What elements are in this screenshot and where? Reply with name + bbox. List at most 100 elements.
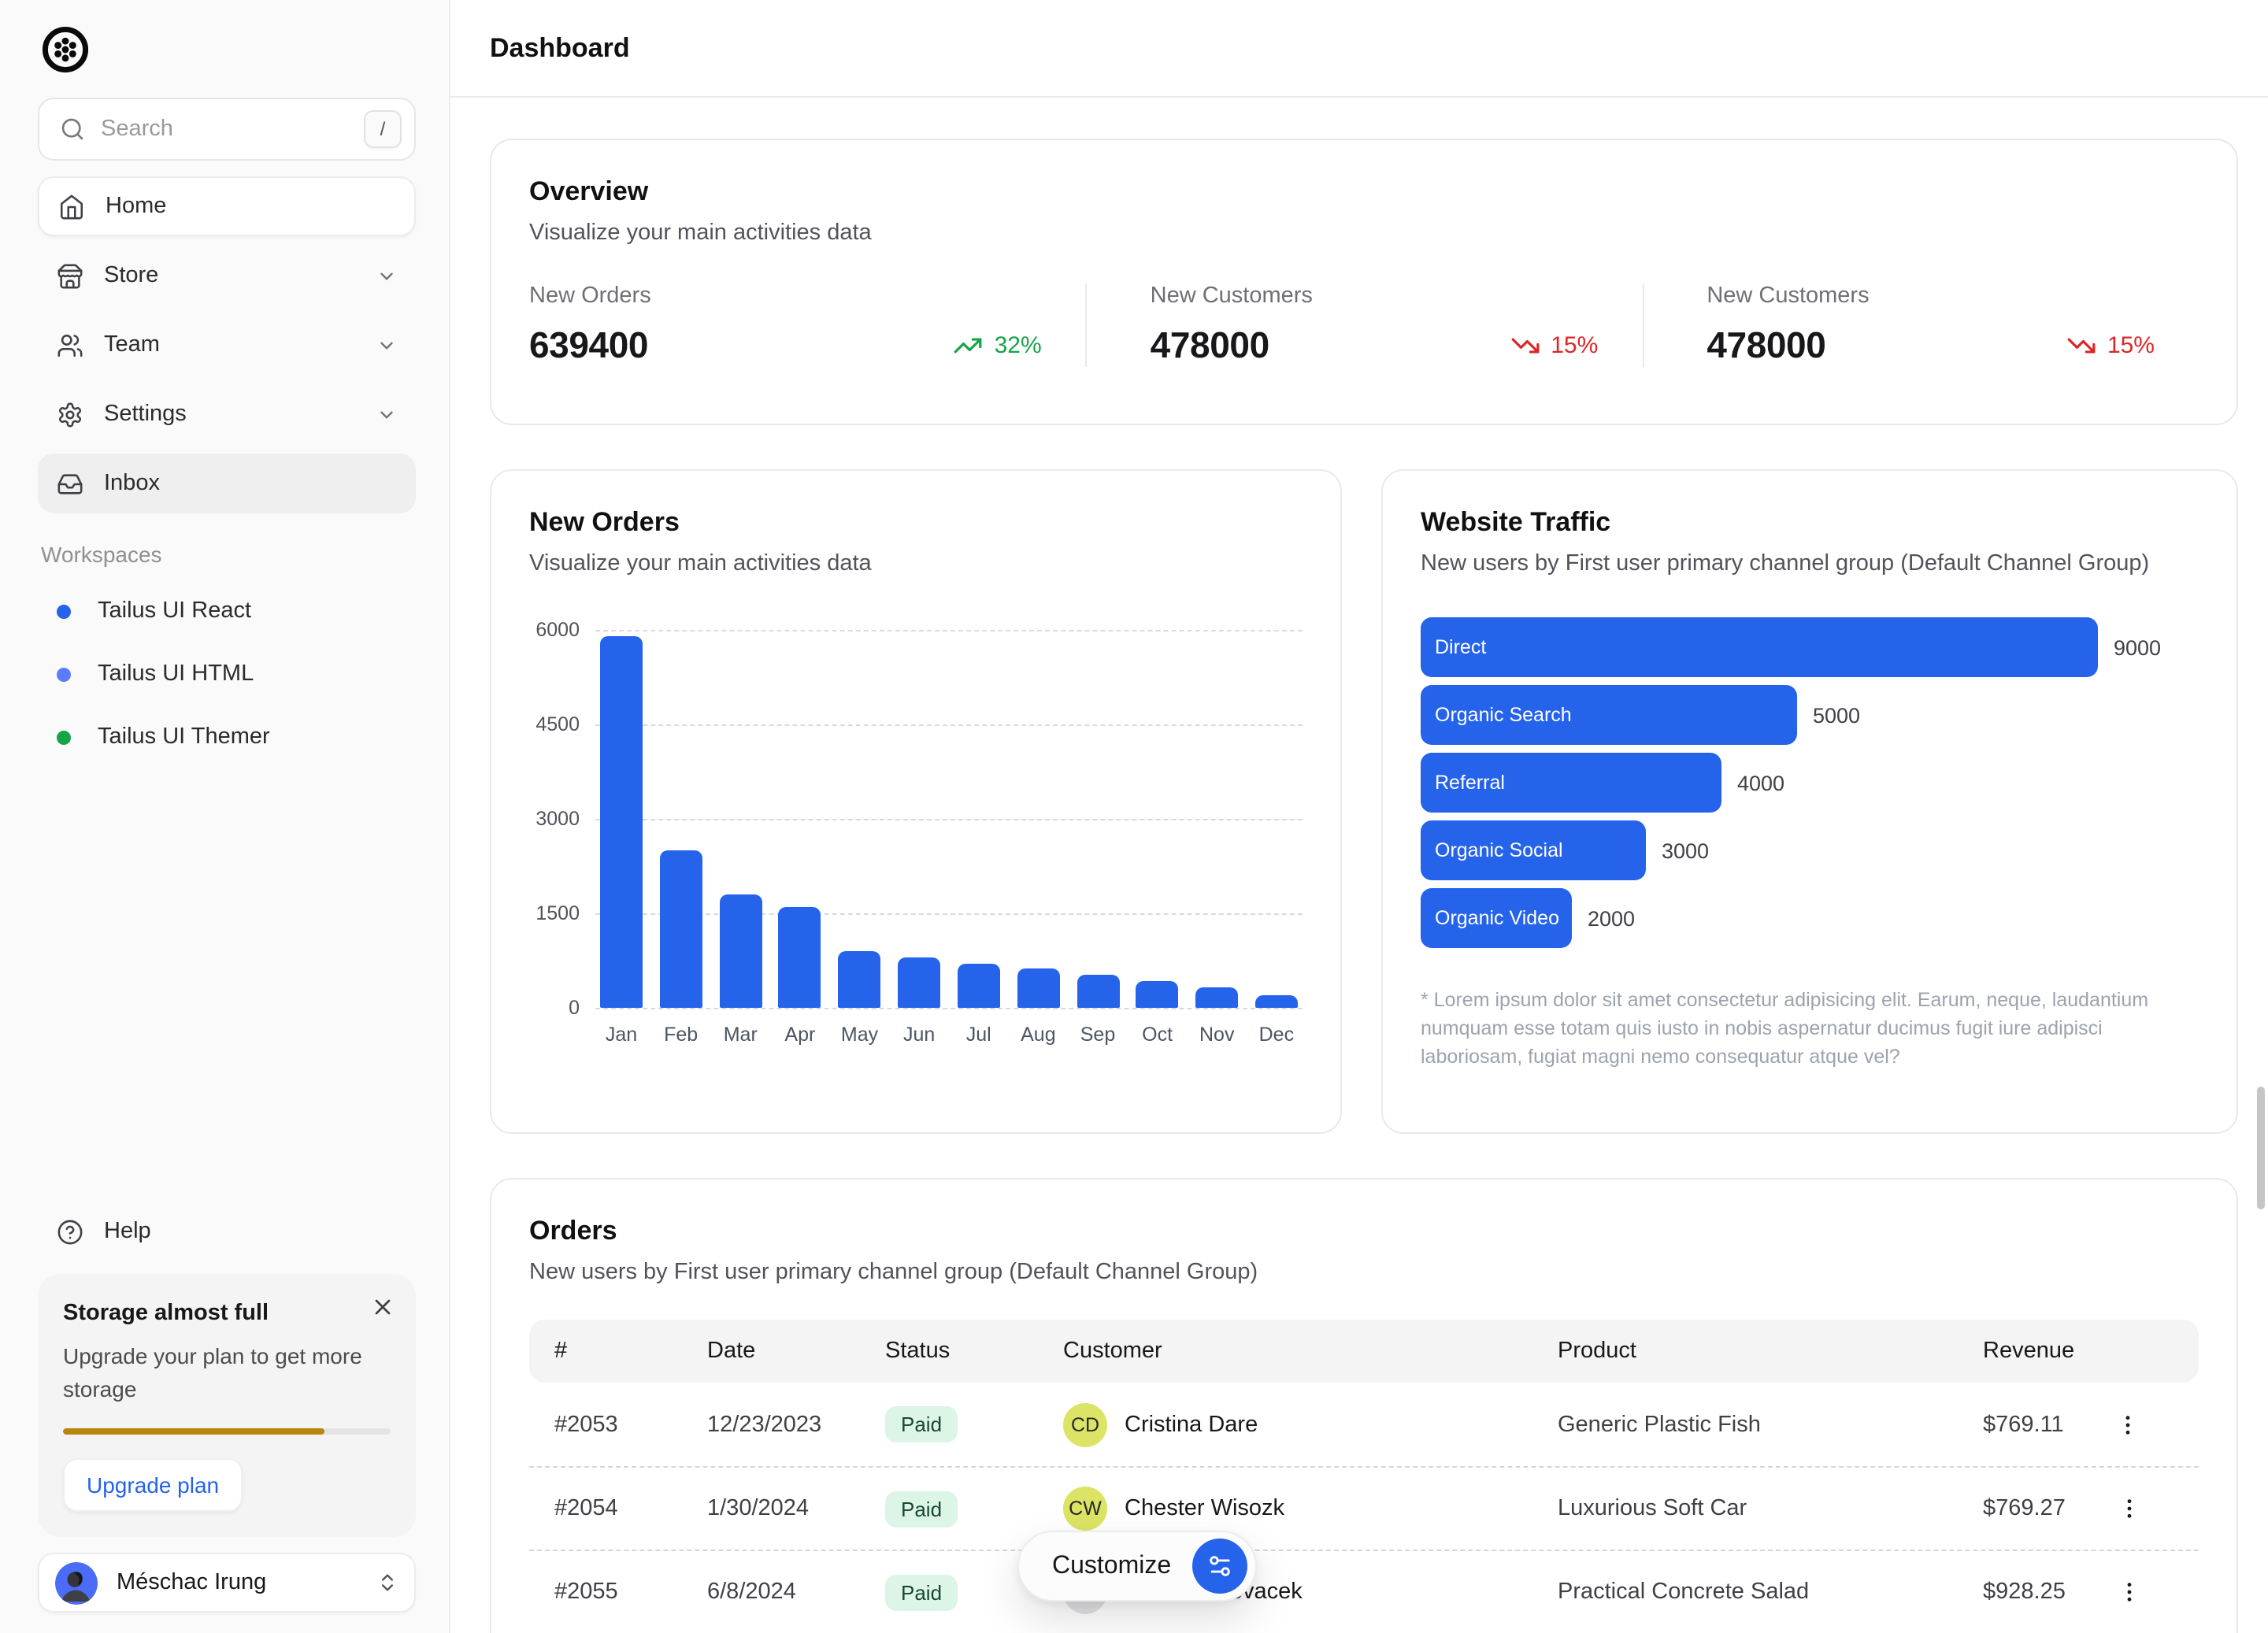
sidebar-item-label: Inbox [104, 471, 160, 496]
table-header-row: # Date Status Customer Product Revenue [529, 1320, 2199, 1383]
overview-stats: New Orders 639400 32% New Customers [529, 283, 2199, 367]
column-header-customer: Customer [1063, 1339, 1558, 1364]
content: Overview Visualize your main activities … [450, 98, 2268, 1633]
storage-progress-fill [63, 1428, 325, 1435]
y-axis-tick: 4500 [529, 713, 580, 735]
storage-alert-card: Storage almost full Upgrade your plan to… [38, 1274, 416, 1537]
workspace-label: Tailus UI React [98, 598, 251, 624]
trend-down-indicator: 15% [2066, 331, 2155, 361]
bar-jun [898, 957, 940, 1008]
table-row: #2053 12/23/2023 Paid CD Cristina Dare G… [529, 1383, 2199, 1466]
help-label: Help [104, 1219, 151, 1244]
customize-button[interactable]: Customize [1017, 1531, 1257, 1602]
hbar-value: 9000 [2114, 635, 2161, 659]
workspace-dot-icon [57, 667, 71, 681]
status-badge: Paid [885, 1574, 958, 1610]
status-badge: Paid [885, 1406, 958, 1442]
avatar: CD [1063, 1402, 1107, 1446]
user-menu-button[interactable]: Méschac Irung [38, 1553, 416, 1613]
order-id: #2055 [554, 1579, 707, 1605]
bar-nov [1195, 987, 1238, 1008]
row-actions-button[interactable] [2073, 1412, 2184, 1437]
sidebar-item-label: Team [104, 332, 160, 357]
workspace-item-tailus-ui-html[interactable]: Tailus UI HTML [38, 642, 416, 705]
search-input[interactable] [101, 117, 348, 142]
workspace-item-tailus-ui-react[interactable]: Tailus UI React [38, 580, 416, 642]
sidebar-item-store[interactable]: Store [38, 246, 416, 305]
chevrons-up-down-icon [376, 1572, 398, 1594]
gear-icon [57, 401, 83, 428]
stat-new-customers-2: New Customers 478000 15% [1642, 283, 2199, 367]
upgrade-plan-button[interactable]: Upgrade plan [63, 1458, 243, 1512]
hbar-organic-search: Organic Search 5000 [1421, 685, 2199, 745]
bar-oct [1136, 981, 1179, 1008]
kebab-menu-icon [2118, 1496, 2143, 1521]
table-row: #2054 1/30/2024 Paid CW Chester Wisozk L… [529, 1466, 2199, 1550]
workspaces-heading: Workspaces [38, 542, 416, 567]
stat-label: New Orders [529, 283, 1042, 309]
overview-subtitle: Visualize your main activities data [529, 220, 2199, 246]
workspace-item-tailus-ui-themer[interactable]: Tailus UI Themer [38, 705, 416, 768]
user-name: Méschac Irung [117, 1570, 358, 1595]
chart-subtitle: Visualize your main activities data [529, 551, 1303, 576]
revenue-value: $769.11 [1983, 1412, 2073, 1437]
column-header-status: Status [885, 1339, 1063, 1364]
table-row: #2055 6/8/2024 Paid PK Paulette Kovacek … [529, 1550, 2199, 1633]
inbox-icon [57, 470, 83, 497]
column-header-revenue: Revenue [1983, 1339, 2084, 1364]
workspace-label: Tailus UI HTML [98, 661, 254, 687]
hbar-value: 2000 [1588, 906, 1635, 930]
avatar [55, 1561, 98, 1604]
bar-mar [719, 894, 762, 1008]
stat-label: New Customers [1707, 283, 2155, 309]
orders-table: # Date Status Customer Product Revenue #… [529, 1320, 2199, 1633]
search-shortcut-key: / [364, 110, 402, 148]
y-axis-tick: 1500 [529, 902, 580, 924]
vertical-scrollbar[interactable] [2257, 1087, 2265, 1209]
top-bar: Dashboard [450, 0, 2268, 98]
store-icon [57, 262, 83, 289]
sidebar-item-inbox[interactable]: Inbox [38, 454, 416, 513]
home-icon [58, 193, 85, 220]
bar-may [839, 951, 881, 1008]
workspace-dot-icon [57, 730, 71, 744]
customize-settings-circle[interactable] [1191, 1539, 1247, 1594]
row-actions-button[interactable] [2075, 1496, 2185, 1521]
overview-title: Overview [529, 176, 2199, 208]
hbar-value: 5000 [1813, 703, 1860, 727]
hbar-organic-video: Organic Video 2000 [1421, 888, 2199, 948]
sidebar: / Home Store Team Settings [0, 0, 450, 1633]
overview-card: Overview Visualize your main activities … [490, 139, 2238, 425]
search-box[interactable]: / [38, 98, 416, 161]
sidebar-item-home[interactable]: Home [38, 176, 416, 236]
product-name: Generic Plastic Fish [1558, 1412, 1983, 1437]
app-logo-icon [41, 25, 90, 74]
bar-jan [600, 636, 643, 1008]
avatar: CW [1063, 1487, 1107, 1531]
order-id: #2053 [554, 1412, 707, 1437]
help-icon [57, 1218, 83, 1245]
trending-up-icon [954, 331, 984, 361]
main-area: Dashboard Overview Visualize your main a… [450, 0, 2268, 1633]
sidebar-item-settings[interactable]: Settings [38, 384, 416, 444]
bar-feb [660, 850, 702, 1008]
sidebar-item-team[interactable]: Team [38, 315, 416, 375]
help-button[interactable]: Help [38, 1202, 416, 1261]
hbar-value: 3000 [1662, 839, 1709, 862]
sidebar-nav: Home Store Team Settings [38, 176, 416, 513]
traffic-footnote: * Lorem ipsum dolor sit amet consectetur… [1421, 986, 2185, 1072]
order-date: 6/8/2024 [707, 1579, 885, 1605]
page-title: Dashboard [490, 32, 630, 64]
column-header-product: Product [1558, 1339, 1983, 1364]
storage-progress-track [63, 1428, 391, 1435]
orders-title: Orders [529, 1216, 2199, 1247]
chart-title: New Orders [529, 507, 1303, 539]
product-name: Practical Concrete Salad [1558, 1579, 1983, 1605]
order-date: 1/30/2024 [707, 1496, 885, 1521]
close-icon[interactable] [370, 1294, 395, 1320]
row-actions-button[interactable] [2075, 1579, 2185, 1605]
chevron-down-icon [376, 265, 397, 286]
orders-subtitle: New users by First user primary channel … [529, 1260, 2199, 1285]
order-id: #2054 [554, 1496, 707, 1521]
hbar-organic-social: Organic Social 3000 [1421, 820, 2199, 880]
